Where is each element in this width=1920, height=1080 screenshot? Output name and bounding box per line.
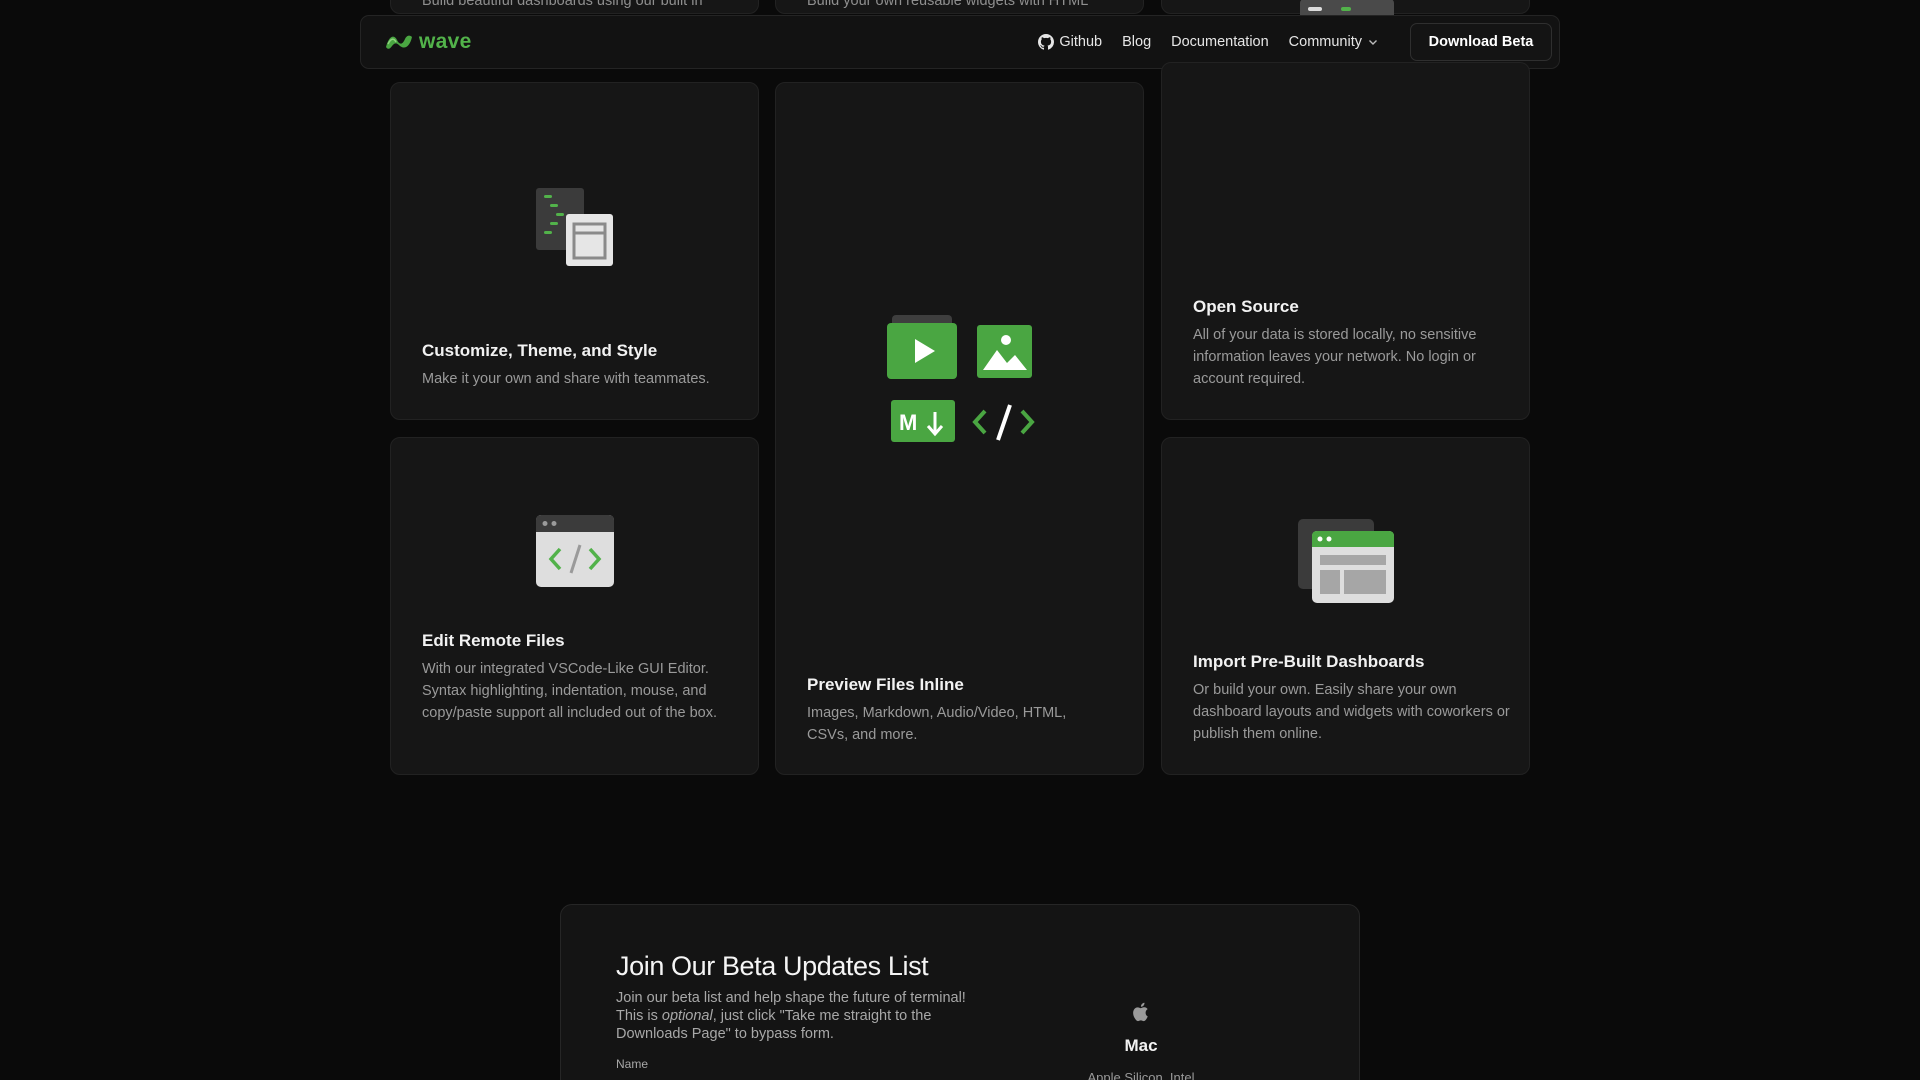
nav-community-dropdown[interactable]: Community bbox=[1289, 34, 1379, 50]
github-icon bbox=[1038, 34, 1055, 50]
mac-label: Mac bbox=[1124, 1036, 1158, 1055]
feature-card-preview: M Preview Files Inline Images, Markdown,… bbox=[775, 82, 1144, 775]
code-editor-icon bbox=[536, 515, 614, 587]
feature-desc: All of your data is stored locally, no s… bbox=[1193, 327, 1477, 387]
nav-documentation-label: Documentation bbox=[1171, 34, 1269, 50]
logo-text: wave bbox=[419, 30, 472, 53]
beta-updates-desc: Join our beta list and help shape the fu… bbox=[616, 990, 966, 1042]
navbar: wave Github Blog Documentation Community… bbox=[360, 15, 1560, 69]
nav-github-label: Github bbox=[1059, 34, 1103, 50]
feature-card-top-right bbox=[1161, 0, 1530, 19]
nav-community-label: Community bbox=[1288, 34, 1362, 50]
feature-desc: Build beautiful dashboards using our bui… bbox=[422, 0, 703, 9]
feature-title: Edit Remote Files bbox=[422, 631, 565, 650]
nav-github-link[interactable]: Github bbox=[1038, 34, 1102, 50]
feature-card-edit-remote: Edit Remote Files With our integrated VS… bbox=[390, 437, 759, 775]
nav-blog-label: Blog bbox=[1122, 34, 1152, 50]
mac-sublabel: Apple Silicon, Intel bbox=[1087, 1070, 1195, 1080]
nav-links: Github Blog Documentation Community bbox=[1038, 16, 1379, 68]
nav-blog-link[interactable]: Blog bbox=[1122, 34, 1151, 50]
logo[interactable]: wave bbox=[385, 30, 472, 54]
feature-desc: Make it your own and share with teammate… bbox=[422, 371, 710, 387]
beta-updates-title: Join Our Beta Updates List bbox=[616, 951, 929, 981]
name-field-label: Name bbox=[616, 1057, 649, 1071]
beta-updates-signup: Join Our Beta Updates List Join our beta… bbox=[560, 904, 1360, 1080]
feature-title: Import Pre-Built Dashboards bbox=[1193, 652, 1425, 671]
feature-desc: With our integrated VSCode-Like GUI Edit… bbox=[422, 661, 718, 721]
nav-documentation-link[interactable]: Documentation bbox=[1171, 34, 1269, 50]
feature-desc: Images, Markdown, Audio/Video, HTML, CSV… bbox=[807, 705, 1067, 743]
feature-card-customize: Customize, Theme, and Style Make it your… bbox=[390, 82, 759, 420]
feature-card-top-left: Build beautiful dashboards using our bui… bbox=[390, 0, 759, 14]
feature-card-top-middle: Build your own reusable widgets with HTM… bbox=[775, 0, 1144, 14]
download-beta-button[interactable]: Download Beta bbox=[1410, 23, 1552, 61]
theme-style-icon bbox=[536, 188, 613, 266]
feature-title: Open Source bbox=[1193, 297, 1299, 316]
mac-download-option[interactable]: Mac Apple Silicon, Intel bbox=[1061, 1001, 1221, 1080]
preview-media-icon: M bbox=[887, 315, 1035, 442]
feature-title: Customize, Theme, and Style bbox=[422, 341, 658, 360]
dashboard-windows-icon bbox=[1298, 519, 1394, 603]
apple-icon bbox=[1133, 1002, 1148, 1022]
svg-text:M: M bbox=[899, 410, 917, 435]
feature-desc: Build your own reusable widgets with HTM… bbox=[807, 0, 1089, 9]
feature-desc: Or build your own. Easily share your own… bbox=[1193, 682, 1510, 742]
feature-title: Preview Files Inline bbox=[807, 675, 964, 694]
wave-logo-icon bbox=[386, 35, 412, 49]
feature-card-import-dashboards: Import Pre-Built Dashboards Or build you… bbox=[1161, 437, 1530, 775]
feature-card-open-source: Open Source All of your data is stored l… bbox=[1161, 62, 1530, 420]
chevron-down-icon bbox=[1369, 40, 1377, 45]
